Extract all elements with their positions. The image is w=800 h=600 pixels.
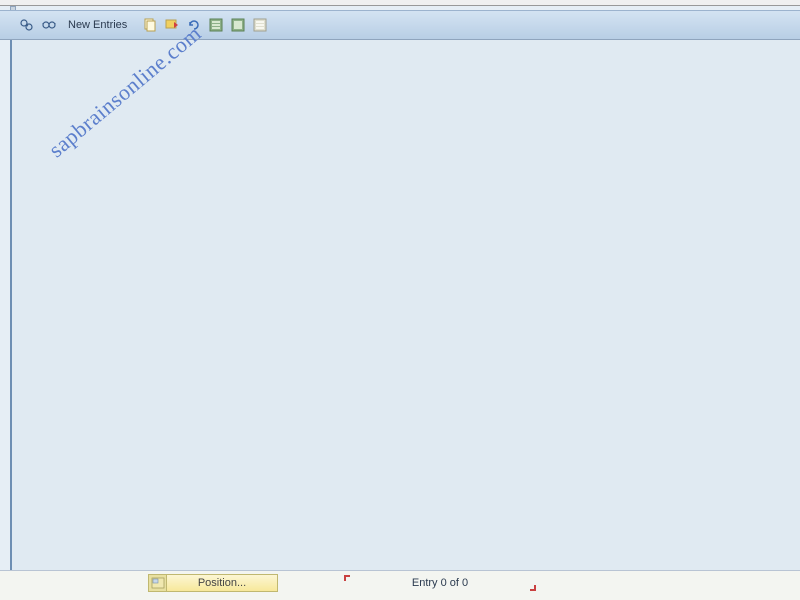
- bracket-top-left: [344, 575, 352, 591]
- watermark-text: sapbrainsonline.com: [44, 20, 207, 163]
- undo-icon[interactable]: [185, 16, 203, 34]
- window-top-border: [0, 0, 800, 6]
- position-button[interactable]: Position...: [148, 574, 278, 592]
- new-entries-button[interactable]: New Entries: [64, 17, 131, 33]
- deselect-icon[interactable]: [251, 16, 269, 34]
- position-icon: [149, 575, 167, 591]
- glasses-icon[interactable]: [40, 16, 58, 34]
- select-block-icon[interactable]: [229, 16, 247, 34]
- position-button-label: Position...: [167, 577, 277, 589]
- select-all-icon[interactable]: [207, 16, 225, 34]
- delimit-icon[interactable]: [163, 16, 181, 34]
- bracket-bottom-right: [528, 575, 536, 591]
- toolbar: New Entries: [0, 10, 800, 40]
- copy-icon[interactable]: [141, 16, 159, 34]
- display-change-icon[interactable]: [18, 16, 36, 34]
- content-area: sapbrainsonline.com: [10, 40, 800, 570]
- entry-indicator: Entry 0 of 0: [280, 574, 600, 592]
- entry-count-text: Entry 0 of 0: [412, 577, 468, 589]
- footer: Position... Entry 0 of 0: [0, 570, 800, 600]
